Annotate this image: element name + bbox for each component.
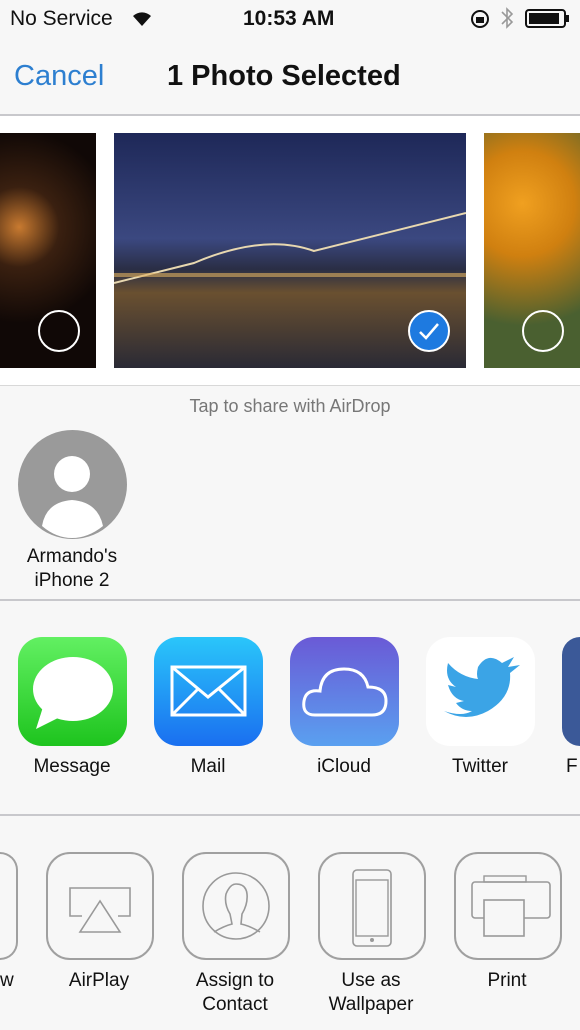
- divider: [0, 814, 580, 816]
- action-label-line2: Contact: [202, 994, 268, 1015]
- person-silhouette-icon: [42, 456, 103, 538]
- app-label: F: [566, 756, 578, 777]
- twitter-icon: [444, 657, 520, 717]
- airdrop-hint: Tap to share with AirDrop: [189, 396, 391, 416]
- action-assign-to-contact[interactable]: [182, 852, 290, 960]
- action-label: Assign to Contact: [167, 969, 303, 1017]
- app-facebook[interactable]: [562, 637, 580, 746]
- page-title: 1 Photo Selected: [167, 60, 401, 92]
- app-mail[interactable]: [154, 637, 263, 746]
- message-icon: [33, 657, 113, 729]
- app-label: Twitter: [452, 756, 508, 777]
- action-slideshow[interactable]: [0, 852, 18, 960]
- app-label: iCloud: [317, 756, 371, 777]
- checkmark-icon: [419, 323, 439, 340]
- action-label: AirPlay: [68, 970, 130, 991]
- bluetooth-icon: [501, 7, 514, 29]
- action-label: w: [0, 970, 14, 991]
- contact-icon: [202, 872, 270, 940]
- photo-thumbnail[interactable]: [484, 133, 580, 368]
- carrier: No Service: [10, 7, 113, 30]
- wifi-icon: [133, 12, 151, 26]
- navigation-bar: Cancel 1 Photo Selected: [0, 38, 580, 116]
- action-print[interactable]: [454, 852, 562, 960]
- divider: [0, 599, 580, 601]
- action-label-line1: Use as: [341, 970, 401, 991]
- select-circle[interactable]: [38, 310, 80, 352]
- action-label-line2: Wallpaper: [328, 994, 414, 1015]
- airplay-icon: [69, 887, 131, 933]
- app-message[interactable]: [18, 637, 127, 746]
- cancel-button[interactable]: Cancel: [14, 60, 104, 93]
- wallpaper-icon: [352, 869, 392, 947]
- device-name-line1: Armando's: [26, 546, 118, 567]
- select-circle[interactable]: [522, 310, 564, 352]
- action-label-line1: Assign to: [195, 970, 275, 991]
- battery-icon: [525, 9, 569, 28]
- app-label: Message: [33, 756, 111, 777]
- app-icloud[interactable]: [290, 637, 399, 746]
- device-name-line2: iPhone 2: [34, 570, 110, 591]
- status-bar: No Service 10:53 AM: [0, 0, 580, 38]
- print-icon: [471, 875, 551, 937]
- airdrop-device-avatar[interactable]: [18, 430, 127, 539]
- app-twitter[interactable]: [426, 637, 535, 746]
- mail-icon: [170, 665, 247, 717]
- action-label: Print: [487, 970, 527, 991]
- clock: 10:53 AM: [243, 7, 335, 30]
- photo-strip[interactable]: [0, 116, 580, 386]
- icloud-icon: [302, 667, 388, 717]
- selected-checkmark[interactable]: [408, 310, 450, 352]
- action-airplay[interactable]: [46, 852, 154, 960]
- action-use-as-wallpaper[interactable]: [318, 852, 426, 960]
- action-label: Use as Wallpaper: [303, 969, 439, 1017]
- airdrop-device-name[interactable]: Armando's iPhone 2: [4, 545, 140, 593]
- photo-thumbnail[interactable]: [0, 133, 96, 368]
- app-label: Mail: [190, 756, 226, 777]
- photo-thumbnail-selected[interactable]: [114, 133, 466, 368]
- rotation-lock-icon: [471, 10, 489, 28]
